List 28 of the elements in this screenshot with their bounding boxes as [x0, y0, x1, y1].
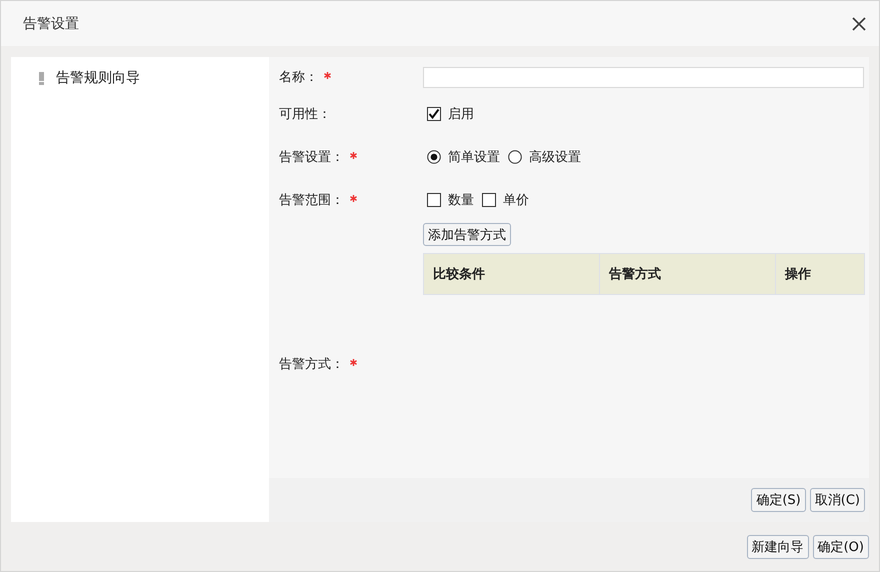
option-label: 简单设置: [448, 149, 500, 166]
close-icon[interactable]: [852, 16, 866, 30]
option-label: 数量: [448, 192, 474, 209]
checkbox[interactable]: [427, 193, 441, 207]
field-label: 告警范围：: [279, 192, 344, 209]
field-label: 告警设置：: [279, 149, 344, 166]
radio-button[interactable]: [508, 150, 522, 164]
checkbox[interactable]: [427, 107, 441, 121]
radio-button[interactable]: [427, 150, 441, 164]
table-header: 比较条件: [424, 254, 600, 294]
table-header: 告警方式: [600, 254, 776, 294]
checkbox[interactable]: [482, 193, 496, 207]
add-alert-method-button[interactable]: 添加告警方式: [423, 223, 511, 246]
dialog-button[interactable]: 确定(S): [751, 488, 806, 512]
table-header: 操作: [784, 266, 812, 284]
option-label: 高级设置: [529, 149, 581, 166]
marker-icon: [39, 72, 44, 84]
field-label: 可用性：: [279, 106, 331, 123]
window-title: 告警设置: [23, 14, 79, 32]
field-label: 告警方式：: [279, 356, 344, 373]
option-label: 单价: [503, 192, 529, 209]
footer-button[interactable]: 新建向导: [746, 534, 809, 558]
field-label: 名称：: [279, 69, 318, 86]
footer-button[interactable]: 确定(O): [812, 534, 869, 558]
sidebar-item[interactable]: 告警规则向导: [11, 68, 269, 88]
option-label: 启用: [448, 106, 474, 123]
name-input[interactable]: [423, 66, 864, 88]
dialog-button[interactable]: 取消(C): [810, 488, 865, 512]
